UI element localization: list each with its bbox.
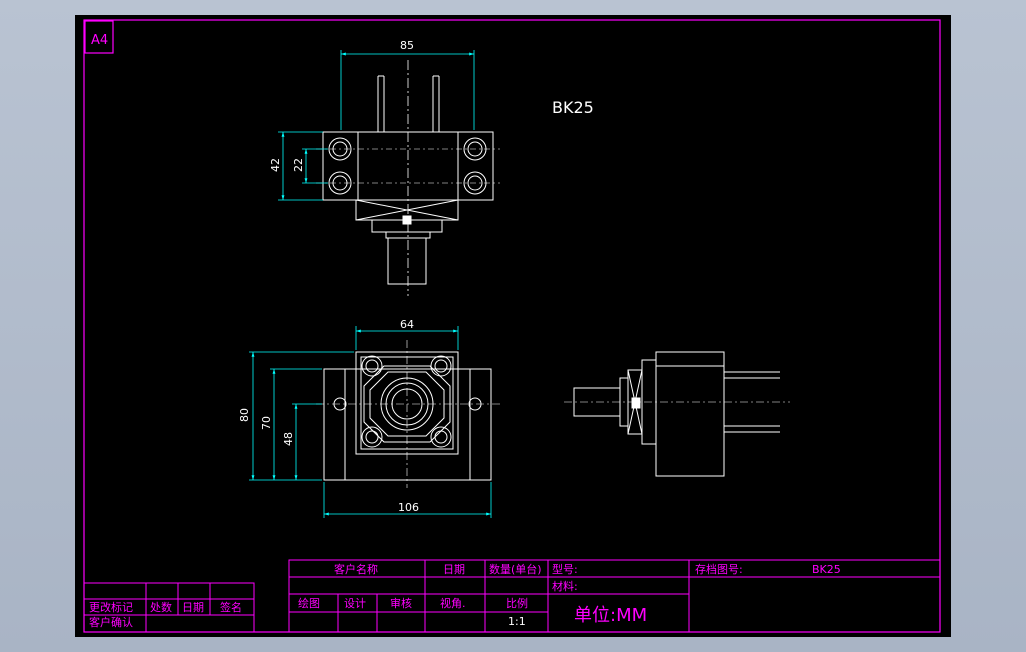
tb-design: 设计 [344, 597, 366, 610]
tb-model-no: 型号: [552, 562, 578, 576]
model-note: BK25 [552, 98, 594, 117]
dim-front-height-80: 80 [238, 408, 251, 422]
dim-top-height-inner: 22 [292, 158, 305, 172]
dim-front-height-70: 70 [260, 416, 273, 430]
tb-unit: 单位:MM [574, 605, 647, 626]
tb-signature: 签名 [220, 600, 242, 614]
tb-material: 材料: [552, 579, 578, 593]
tb-view-angle: 视角. [440, 596, 466, 610]
tb-date: 日期 [443, 563, 465, 576]
tb-quantity: 数量(单台) [489, 562, 542, 576]
cad-drawing-canvas: A4 85 42 22 BK25 64 106 80 70 48 客户名称 日期… [75, 15, 951, 637]
tb-review: 审核 [390, 596, 412, 610]
tb-customer-name: 客户名称 [334, 562, 378, 576]
dim-front-inner-width: 64 [400, 318, 414, 331]
dim-top-width: 85 [400, 39, 414, 52]
drawing-area [75, 15, 951, 637]
tb-drawing-no-label: 存档图号: [695, 562, 743, 576]
tb-revision-mark: 更改标记 [89, 600, 133, 614]
tb-rev-date: 日期 [182, 601, 204, 614]
tb-scale-label: 比例 [506, 596, 528, 610]
sheet-size-label: A4 [91, 33, 108, 48]
tb-count: 处数 [150, 601, 172, 614]
tb-drawn: 绘图 [298, 596, 320, 610]
dim-front-outer-width: 106 [398, 501, 419, 514]
dim-top-height-outer: 42 [269, 158, 282, 172]
tb-customer-confirm: 客户确认 [89, 615, 133, 629]
tb-scale-value: 1:1 [508, 615, 526, 628]
tb-drawing-no-value: BK25 [812, 563, 841, 576]
dim-front-height-48: 48 [282, 432, 295, 446]
